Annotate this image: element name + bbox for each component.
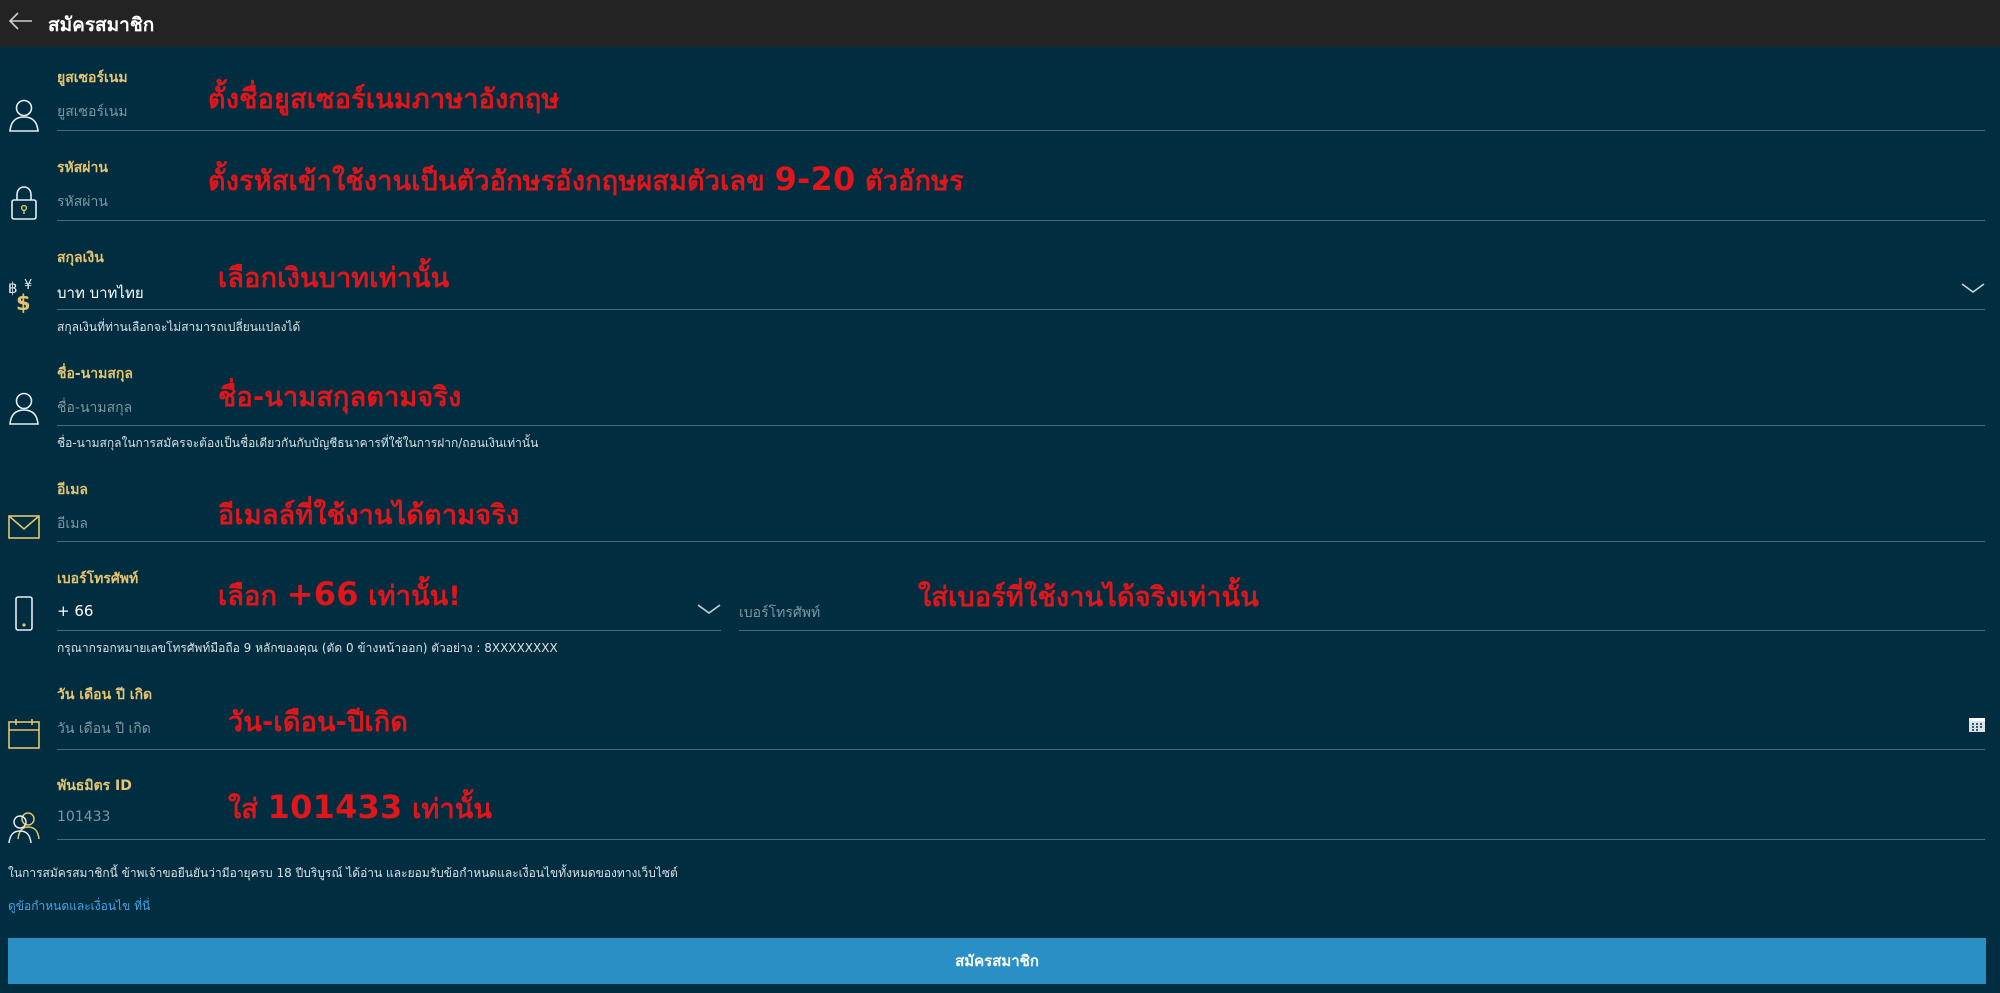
partner-icon bbox=[8, 812, 40, 844]
phone-code-annotation: เลือก +66 เท่านั้น! bbox=[218, 575, 461, 613]
currency-annotation: เลือกเงินบาทเท่านั้น bbox=[218, 263, 450, 294]
affiliate-label: พันธมิตร ID bbox=[57, 778, 132, 794]
birthdate-input[interactable]: วัน เดือน ปี เกิด bbox=[57, 718, 151, 740]
password-label: รหัสผ่าน bbox=[57, 160, 108, 176]
mail-icon bbox=[8, 515, 40, 539]
calendar-icon bbox=[8, 719, 40, 749]
affiliate-underline bbox=[57, 839, 1985, 840]
currency-icon: ฿ ¥ $ bbox=[8, 278, 32, 313]
username-underline bbox=[57, 130, 1985, 131]
password-underline bbox=[57, 220, 1985, 221]
currency-help-text: สกุลเงินที่ท่านเลือกจะไม่สามารถเปลี่ยนแป… bbox=[57, 320, 301, 334]
affiliate-input[interactable]: 101433 bbox=[57, 809, 110, 825]
lock-icon bbox=[11, 186, 37, 220]
terms-link[interactable]: ดูข้อกำหนดและเงื่อนไข ที่นี่ bbox=[8, 897, 150, 916]
password-input[interactable]: รหัสผ่าน bbox=[57, 191, 108, 213]
user-icon bbox=[9, 392, 39, 425]
user-icon bbox=[9, 99, 39, 132]
calendar-picker-icon[interactable] bbox=[1968, 715, 1986, 733]
fullname-annotation: ชื่อ-นามสกุลตามจริง bbox=[218, 382, 462, 413]
phone-country-code-select[interactable]: + 66 bbox=[57, 602, 93, 620]
birthdate-underline bbox=[57, 749, 1985, 750]
fullname-underline bbox=[57, 425, 1985, 426]
phone-number-annotation: ใส่เบอร์ที่ใช้งานได้จริงเท่านั้น bbox=[918, 582, 1259, 613]
password-annotation: ตั้งรหัสเข้าใช้งานเป็นตัวอักษรอังกฤษผสมต… bbox=[208, 160, 964, 198]
currency-underline bbox=[57, 309, 1985, 310]
email-label: อีเมล bbox=[57, 482, 89, 498]
phone-number-input[interactable]: เบอร์โทรศัพท์ bbox=[739, 602, 820, 624]
chevron-down-icon[interactable] bbox=[696, 602, 722, 616]
currency-select[interactable]: บาท บาทไทย bbox=[57, 281, 144, 305]
username-input[interactable]: ยูสเซอร์เนม bbox=[57, 101, 128, 123]
mobile-phone-icon bbox=[15, 596, 33, 631]
phone-code-underline bbox=[57, 630, 721, 631]
email-underline bbox=[57, 541, 1985, 542]
fullname-label: ชื่อ-นามสกุล bbox=[57, 366, 133, 382]
fullname-help-text: ชื่อ-นามสกุลในการสมัครจะต้องเป็นชื่อเดีย… bbox=[57, 436, 539, 450]
email-input[interactable]: อีเมล bbox=[57, 513, 88, 535]
page-title: สมัครสมาชิก bbox=[48, 14, 155, 36]
phone-help-text: กรุณากรอกหมายเลขโทรศัพท์มือถือ 9 หลักของ… bbox=[57, 641, 558, 655]
svg-text:$: $ bbox=[16, 291, 31, 313]
back-arrow-icon[interactable] bbox=[8, 8, 34, 34]
email-annotation: อีเมลล์ที่ใช้งานได้ตามจริง bbox=[218, 500, 520, 531]
chevron-down-icon[interactable] bbox=[1960, 281, 1986, 295]
fullname-input[interactable]: ชื่อ-นามสกุล bbox=[57, 397, 132, 419]
register-button[interactable]: สมัครสมาชิก bbox=[8, 938, 1986, 984]
phone-label: เบอร์โทรศัพท์ bbox=[57, 571, 139, 587]
terms-text: ในการสมัครสมาชิกนี้ ข้าพเจ้าขอยืนยันว่าม… bbox=[8, 866, 678, 880]
affiliate-annotation: ใส่ 101433 เท่านั้น bbox=[228, 788, 493, 826]
currency-label: สกุลเงิน bbox=[57, 250, 104, 266]
birthdate-annotation: วัน-เดือน-ปีเกิด bbox=[228, 707, 409, 738]
birthdate-label: วัน เดือน ปี เกิด bbox=[57, 687, 153, 703]
top-bar: สมัครสมาชิก bbox=[0, 0, 2000, 47]
username-annotation: ตั้งชื่อยูสเซอร์เนมภาษาอังกฤษ bbox=[208, 84, 560, 115]
phone-number-underline bbox=[739, 630, 1985, 631]
username-label: ยูสเซอร์เนม bbox=[57, 70, 128, 86]
